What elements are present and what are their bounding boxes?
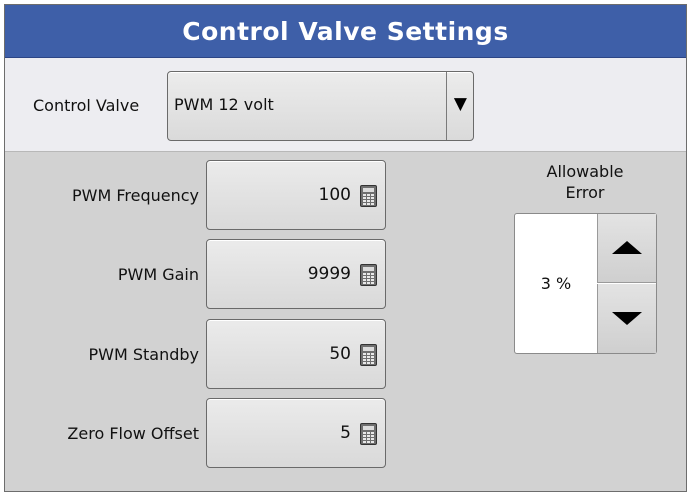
chevron-down-icon: ▼ bbox=[453, 94, 467, 114]
page-title: Control Valve Settings bbox=[182, 16, 509, 46]
pwm-gain-value: 9999 bbox=[307, 264, 351, 284]
zero-flow-offset-label: Zero Flow Offset bbox=[67, 424, 199, 443]
allowable-error-stepper: 3 % bbox=[514, 213, 657, 354]
pwm-standby-label: PWM Standby bbox=[88, 345, 199, 364]
control-valve-dropdown[interactable]: PWM 12 volt ▼ bbox=[167, 71, 474, 141]
control-valve-label: Control Valve bbox=[33, 96, 140, 115]
calculator-icon bbox=[360, 264, 377, 286]
control-valve-selected-value: PWM 12 volt bbox=[174, 95, 274, 114]
triangle-up-icon bbox=[612, 241, 642, 254]
increase-button[interactable] bbox=[597, 214, 656, 283]
pwm-frequency-label: PWM Frequency bbox=[71, 186, 199, 205]
pwm-standby-value: 50 bbox=[329, 344, 351, 364]
calculator-icon bbox=[360, 185, 377, 207]
calculator-icon bbox=[360, 423, 377, 445]
calculator-icon bbox=[360, 344, 377, 366]
control-valve-row: Control Valve PWM 12 volt ▼ bbox=[5, 58, 686, 152]
title-bar: Control Valve Settings bbox=[5, 5, 686, 58]
allowable-error-value: 3 % bbox=[540, 274, 572, 293]
decrease-button[interactable] bbox=[597, 284, 656, 353]
settings-screen: Control Valve Settings Control Valve PWM… bbox=[4, 4, 687, 492]
dropdown-divider bbox=[446, 72, 447, 140]
zero-flow-offset-button[interactable]: 5 bbox=[206, 398, 386, 468]
pwm-gain-button[interactable]: 9999 bbox=[206, 239, 386, 309]
pwm-gain-label: PWM Gain bbox=[117, 265, 199, 284]
allowable-error-label: Allowable Error bbox=[546, 162, 624, 202]
pwm-frequency-button[interactable]: 100 bbox=[206, 160, 386, 230]
pwm-standby-button[interactable]: 50 bbox=[206, 319, 386, 389]
triangle-down-icon bbox=[612, 312, 642, 325]
pwm-frequency-value: 100 bbox=[318, 185, 351, 205]
zero-flow-offset-value: 5 bbox=[340, 423, 351, 443]
